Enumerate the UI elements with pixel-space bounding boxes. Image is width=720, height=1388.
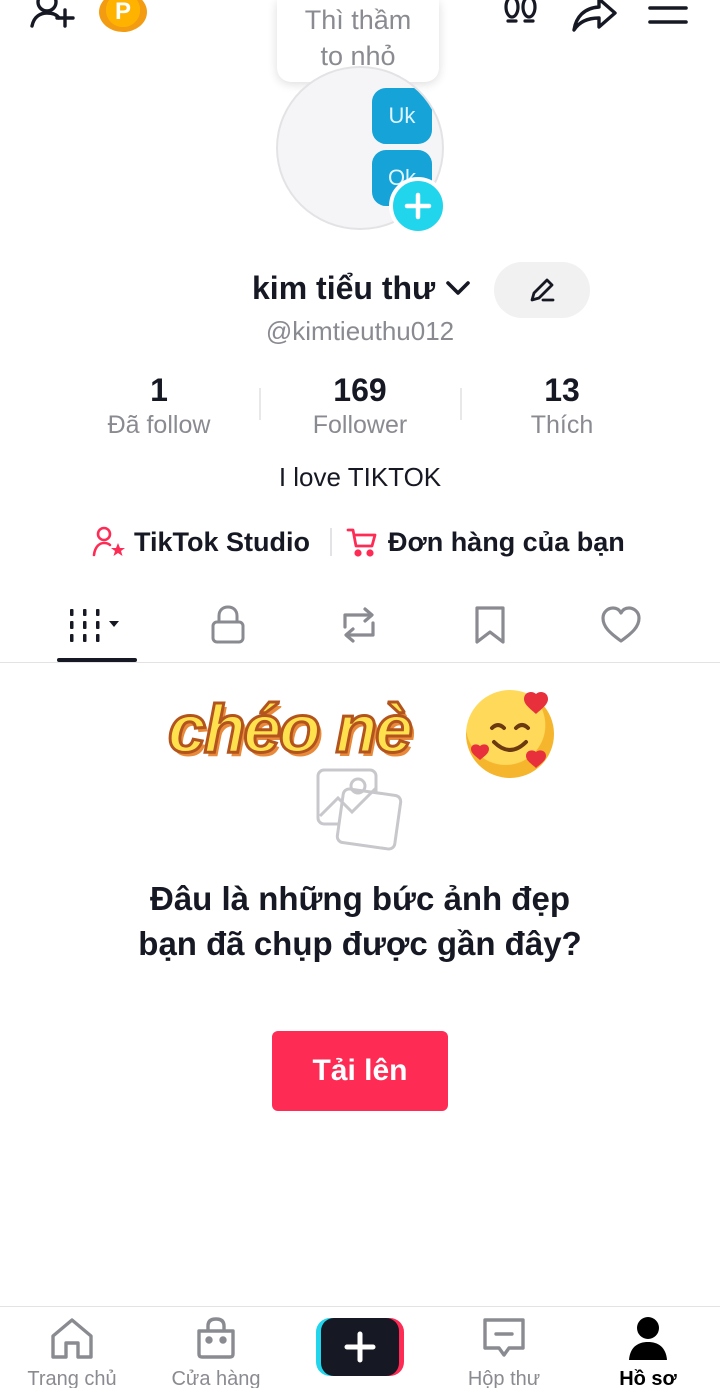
stat-followers-label: Follower [312,411,408,439]
profile-name[interactable]: kim tiểu thư [252,270,435,307]
create-plus-icon [316,1318,404,1376]
tab-private[interactable] [188,600,268,650]
nav-home[interactable] [0,1316,144,1360]
nav-shop[interactable] [144,1316,288,1360]
footprints-icon[interactable] [500,0,542,34]
upload-button[interactable]: Tải lên [272,1031,448,1111]
quick-links-divider [330,528,332,556]
stat-likes[interactable]: 13 Thích [462,370,662,440]
smiling-face-hearts-icon [466,690,554,778]
stat-likes-value: 13 [544,372,580,408]
tab-videos[interactable] [57,600,137,650]
add-friend-icon[interactable] [28,0,78,34]
stat-following[interactable]: 1 Đã follow [59,370,259,440]
note-line-1: Thì thầm [304,5,412,35]
chevron-down-icon[interactable] [445,278,471,298]
tab-liked[interactable] [581,600,661,650]
stat-followers-value: 169 [333,372,387,408]
menu-icon[interactable] [646,2,690,32]
heart-icon [601,606,641,643]
bookmark-icon [475,606,505,644]
edit-profile-button[interactable] [494,262,590,318]
photos-placeholder-icon [316,764,404,852]
tab-saved[interactable] [450,600,530,650]
bio: I love TIKTOK [278,462,442,492]
username: @kimtieuthu012 [265,316,455,346]
nav-profile[interactable] [576,1316,720,1362]
sticker-text-overlay: chéo nè [167,690,415,769]
nav-shop-label: Cửa hàng [171,1368,261,1388]
stat-likes-label: Thích [530,411,594,439]
share-icon[interactable] [570,0,620,34]
shop-bag-icon [197,1317,235,1359]
sticker-uk: Uk [372,88,432,144]
tab-reposts[interactable] [319,600,399,650]
coin-badge-icon[interactable]: P [99,0,147,32]
stat-following-label: Đã follow [107,411,211,439]
lock-icon [211,605,245,644]
stat-followers[interactable]: 169 Follower [260,370,460,440]
orders-label: Đơn hàng của bạn [388,526,625,557]
person-star-icon [92,526,125,557]
pencil-icon [530,278,555,302]
avatar-add-button[interactable] [389,177,447,235]
empty-state-title: Đâu là những bức ảnh đẹp bạn đã chụp đượ… [138,880,582,962]
tabs-divider [0,662,720,663]
repost-icon [343,607,375,643]
nav-home-label: Trang chủ [27,1368,117,1388]
orders-link[interactable]: Đơn hàng của bạn [346,522,625,562]
tiktok-studio-label: TikTok Studio [134,526,311,557]
tiktok-studio-link[interactable]: TikTok Studio [92,522,310,562]
nav-profile-label: Hồ sơ [619,1368,677,1388]
nav-inbox-label: Hộp thư [467,1368,541,1388]
inbox-icon [483,1318,525,1357]
create-button[interactable] [316,1318,404,1376]
nav-inbox[interactable] [432,1316,576,1362]
home-icon [51,1318,93,1359]
cart-icon [346,528,377,557]
profile-icon [629,1317,667,1360]
videos-grid-icon [70,609,119,642]
stat-following-value: 1 [150,372,168,408]
